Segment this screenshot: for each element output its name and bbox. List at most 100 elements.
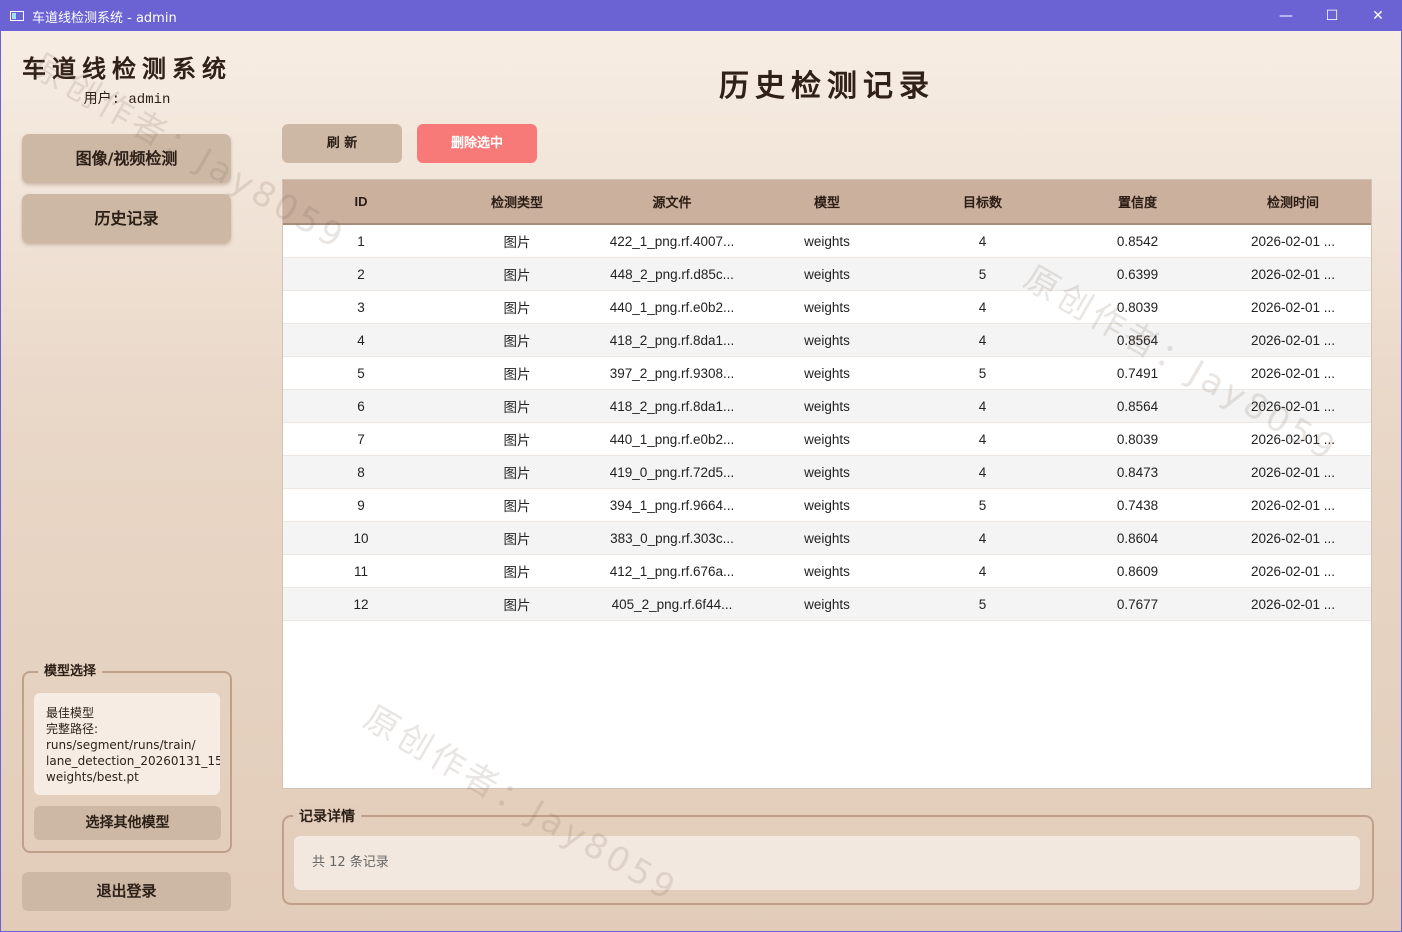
title-bar[interactable]: 车道线检测系统 - admin — ☐ ✕ <box>1 1 1401 31</box>
table-cell[interactable]: 5 <box>905 587 1060 621</box>
table-cell[interactable]: 4 <box>905 554 1060 588</box>
table-cell[interactable]: 5 <box>905 356 1060 390</box>
table-cell[interactable]: 422_1_png.rf.4007... <box>595 224 749 258</box>
table-cell[interactable]: 5 <box>283 356 439 390</box>
table-cell[interactable]: 2026-02-01 ... <box>1215 554 1371 588</box>
table-cell[interactable]: 440_1_png.rf.e0b2... <box>595 422 749 456</box>
table-cell[interactable]: 412_1_png.rf.676a... <box>595 554 749 588</box>
table-row[interactable]: 1 图片 422_1_png.rf.4007... weights 4 0.8542 202… <box>283 224 1371 258</box>
table-cell[interactable]: weights <box>749 422 905 456</box>
table-cell[interactable]: 0.8564 <box>1060 389 1215 423</box>
close-icon[interactable]: ✕ <box>1355 1 1401 31</box>
table-cell[interactable]: 2026-02-01 ... <box>1215 323 1371 357</box>
table-cell[interactable]: 419_0_png.rf.72d5... <box>595 455 749 489</box>
table-cell[interactable]: 6 <box>283 389 439 423</box>
nav-image-video-detection[interactable]: 图像/视频检测 <box>22 134 231 183</box>
table-cell[interactable]: 2026-02-01 ... <box>1215 257 1371 291</box>
table-cell[interactable]: 418_2_png.rf.8da1... <box>595 389 749 423</box>
logout-button[interactable]: 退出登录 <box>22 872 231 911</box>
table-cell[interactable]: 440_1_png.rf.e0b2... <box>595 290 749 324</box>
table-cell[interactable]: 4 <box>905 455 1060 489</box>
table-cell[interactable]: 4 <box>283 323 439 357</box>
table-cell[interactable]: 图片 <box>439 488 595 522</box>
maximize-icon[interactable]: ☐ <box>1309 1 1355 31</box>
table-cell[interactable]: 3 <box>283 290 439 324</box>
table-cell[interactable]: 2026-02-01 ... <box>1215 290 1371 324</box>
table-cell[interactable]: weights <box>749 389 905 423</box>
table-cell[interactable]: 图片 <box>439 356 595 390</box>
table-cell[interactable]: 4 <box>905 323 1060 357</box>
table-cell[interactable]: 2026-02-01 ... <box>1215 422 1371 456</box>
table-cell[interactable]: 2026-02-01 ... <box>1215 587 1371 621</box>
table-cell[interactable]: 2 <box>283 257 439 291</box>
table-cell[interactable]: 2026-02-01 ... <box>1215 488 1371 522</box>
table-cell[interactable]: 9 <box>283 488 439 522</box>
table-cell[interactable]: 图片 <box>439 587 595 621</box>
table-cell[interactable]: 8 <box>283 455 439 489</box>
table-cell[interactable]: 0.8473 <box>1060 455 1215 489</box>
table-cell[interactable]: 图片 <box>439 224 595 258</box>
table-cell[interactable]: 图片 <box>439 422 595 456</box>
select-other-model-button[interactable]: 选择其他模型 <box>34 806 221 840</box>
table-cell[interactable]: 0.7677 <box>1060 587 1215 621</box>
table-cell[interactable]: weights <box>749 323 905 357</box>
table-cell[interactable]: 4 <box>905 422 1060 456</box>
table-row[interactable]: 6 图片 418_2_png.rf.8da1... weights 4 0.8564 202… <box>283 389 1371 423</box>
history-table[interactable]: ID 检测类型 源文件 模型 目标数 置信度 检测时间 1 图片 422_1_png… <box>282 179 1372 789</box>
table-cell[interactable]: weights <box>749 290 905 324</box>
column-header[interactable]: 检测类型 <box>439 180 595 225</box>
table-cell[interactable]: 图片 <box>439 323 595 357</box>
table-cell[interactable]: 418_2_png.rf.8da1... <box>595 323 749 357</box>
table-cell[interactable]: 5 <box>905 257 1060 291</box>
table-cell[interactable]: 图片 <box>439 455 595 489</box>
table-cell[interactable]: 图片 <box>439 257 595 291</box>
table-cell[interactable]: 图片 <box>439 554 595 588</box>
table-cell[interactable]: 0.7438 <box>1060 488 1215 522</box>
table-cell[interactable]: 383_0_png.rf.303c... <box>595 521 749 555</box>
table-cell[interactable]: 0.8542 <box>1060 224 1215 258</box>
table-cell[interactable]: 0.8039 <box>1060 290 1215 324</box>
table-cell[interactable]: 394_1_png.rf.9664... <box>595 488 749 522</box>
table-cell[interactable]: 图片 <box>439 389 595 423</box>
column-header[interactable]: 模型 <box>749 180 905 225</box>
table-cell[interactable]: 12 <box>283 587 439 621</box>
table-row[interactable]: 8 图片 419_0_png.rf.72d5... weights 4 0.8473 202… <box>283 455 1371 489</box>
table-cell[interactable]: 0.8604 <box>1060 521 1215 555</box>
table-row[interactable]: 10 图片 383_0_png.rf.303c... weights 4 0.8604 20… <box>283 521 1371 555</box>
column-header[interactable]: 检测时间 <box>1215 180 1371 225</box>
table-cell[interactable]: 4 <box>905 389 1060 423</box>
table-cell[interactable]: weights <box>749 224 905 258</box>
table-cell[interactable]: 0.6399 <box>1060 257 1215 291</box>
table-cell[interactable]: 2026-02-01 ... <box>1215 455 1371 489</box>
table-cell[interactable]: 4 <box>905 224 1060 258</box>
table-cell[interactable]: weights <box>749 587 905 621</box>
table-cell[interactable]: weights <box>749 521 905 555</box>
table-cell[interactable]: 0.7491 <box>1060 356 1215 390</box>
refresh-button[interactable]: 刷 新 <box>282 124 402 163</box>
table-cell[interactable]: 图片 <box>439 290 595 324</box>
table-cell[interactable]: weights <box>749 455 905 489</box>
table-cell[interactable]: 10 <box>283 521 439 555</box>
delete-selected-button[interactable]: 删除选中 <box>417 124 537 163</box>
table-row[interactable]: 3 图片 440_1_png.rf.e0b2... weights 4 0.8039 202… <box>283 290 1371 324</box>
table-cell[interactable]: 2026-02-01 ... <box>1215 356 1371 390</box>
table-row[interactable]: 11 图片 412_1_png.rf.676a... weights 4 0.8609 20… <box>283 554 1371 588</box>
table-cell[interactable]: 0.8609 <box>1060 554 1215 588</box>
table-cell[interactable]: 0.8564 <box>1060 323 1215 357</box>
table-cell[interactable]: weights <box>749 356 905 390</box>
table-cell[interactable]: 7 <box>283 422 439 456</box>
column-header[interactable]: 源文件 <box>595 180 749 225</box>
table-cell[interactable]: 5 <box>905 488 1060 522</box>
table-cell[interactable]: weights <box>749 488 905 522</box>
minimize-icon[interactable]: — <box>1263 1 1309 31</box>
column-header[interactable]: 目标数 <box>905 180 1060 225</box>
table-row[interactable]: 5 图片 397_2_png.rf.9308... weights 5 0.7491 202… <box>283 356 1371 390</box>
table-cell[interactable]: 405_2_png.rf.6f44... <box>595 587 749 621</box>
table-cell[interactable]: 11 <box>283 554 439 588</box>
table-row[interactable]: 12 图片 405_2_png.rf.6f44... weights 5 0.7677 20… <box>283 587 1371 621</box>
table-cell[interactable]: weights <box>749 554 905 588</box>
table-row[interactable]: 2 图片 448_2_png.rf.d85c... weights 5 0.6399 202… <box>283 257 1371 291</box>
table-cell[interactable]: 4 <box>905 521 1060 555</box>
table-cell[interactable]: 2026-02-01 ... <box>1215 389 1371 423</box>
table-cell[interactable]: 图片 <box>439 521 595 555</box>
